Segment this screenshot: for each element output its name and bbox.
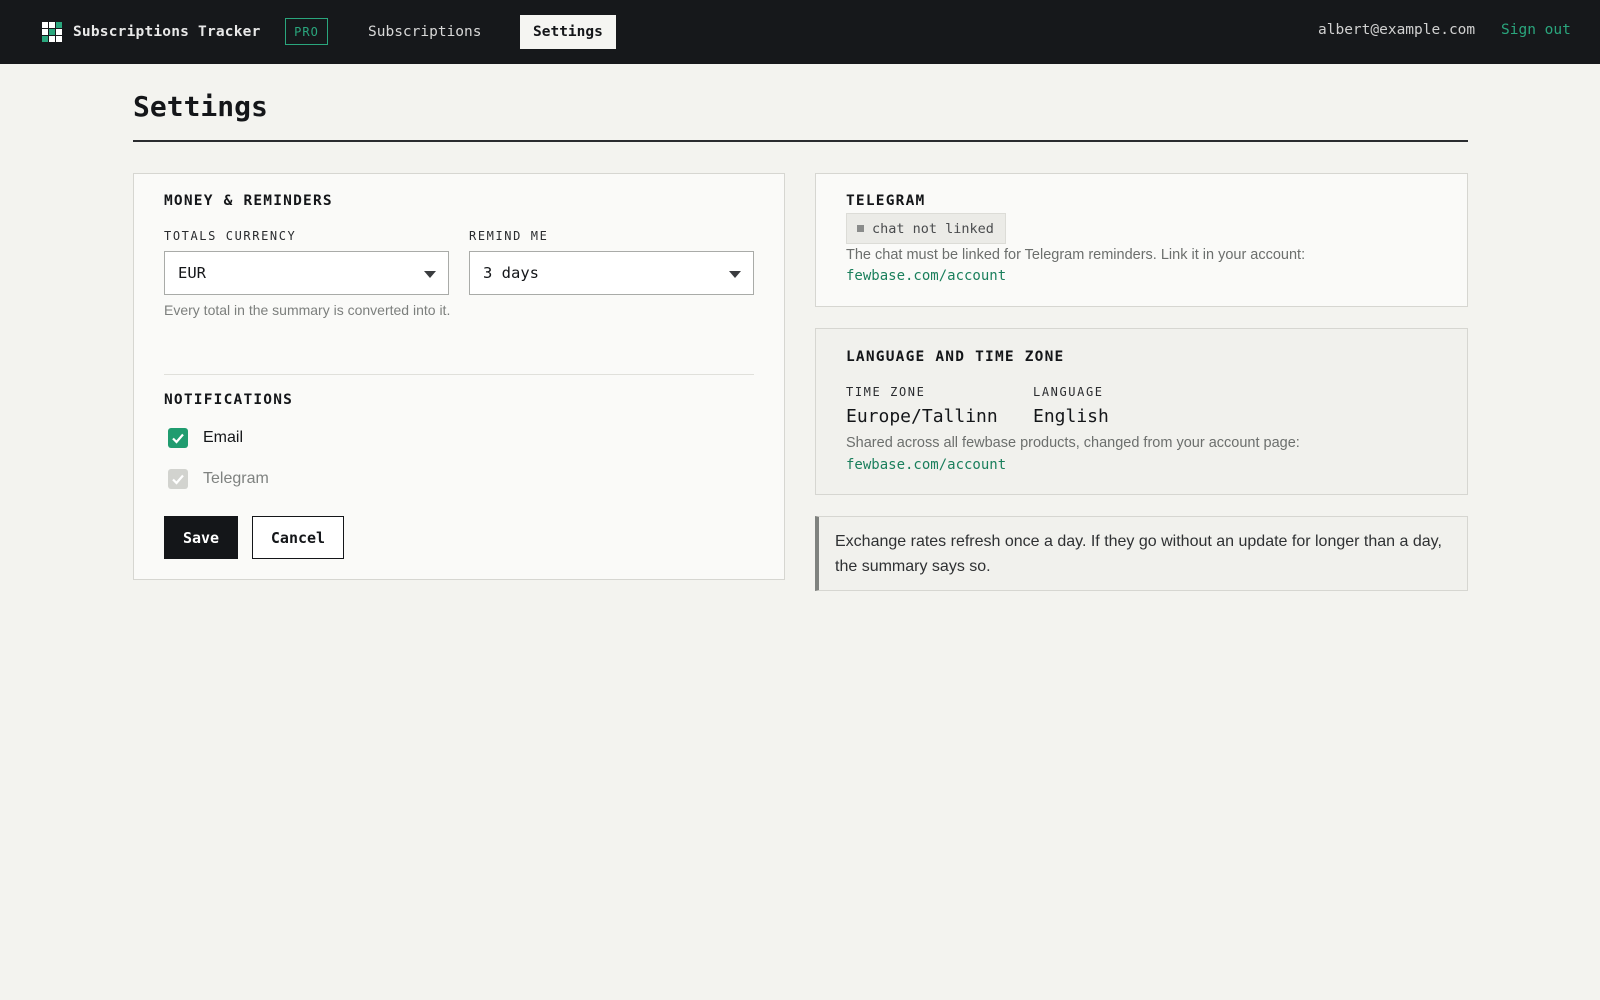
title-divider [133, 140, 1468, 142]
money-section-heading: MONEY & REMINDERS [164, 193, 333, 209]
grid-logo-icon [42, 22, 62, 42]
language-value: English [1033, 406, 1109, 427]
currency-help-text: Every total in the summary is converted … [164, 302, 451, 318]
telegram-card: TELEGRAM chat not linked The chat must b… [815, 173, 1468, 307]
email-label: Email [203, 429, 244, 446]
chevron-down-icon [729, 271, 741, 278]
sign-out-link[interactable]: Sign out [1501, 22, 1571, 38]
email-notification-option[interactable]: Email [168, 428, 243, 448]
status-square-icon [857, 225, 864, 232]
timezone-label: TIME ZONE [846, 385, 926, 399]
timezone-value: Europe/Tallinn [846, 406, 998, 427]
money-reminders-card: MONEY & REMINDERS TOTALS CURRENCY EUR Ev… [133, 173, 785, 580]
save-button[interactable]: Save [164, 516, 238, 559]
locale-message: Shared across all fewbase products, chan… [846, 435, 1300, 451]
top-navigation-bar: Subscriptions Tracker PRO Subscriptions … [0, 0, 1600, 64]
nav-subscriptions[interactable]: Subscriptions [355, 15, 495, 49]
notifications-heading: NOTIFICATIONS [164, 392, 294, 408]
telegram-notification-option: Telegram [168, 469, 269, 489]
section-divider [164, 374, 754, 375]
telegram-label: Telegram [203, 470, 269, 487]
app-name: Subscriptions Tracker [73, 24, 261, 40]
remind-label: REMIND ME [469, 229, 549, 243]
currency-label: TOTALS CURRENCY [164, 229, 297, 243]
language-label: LANGUAGE [1033, 385, 1104, 399]
nav-settings[interactable]: Settings [520, 15, 616, 49]
currency-select[interactable]: EUR [164, 251, 449, 295]
checkmark-icon [172, 433, 184, 444]
remind-select[interactable]: 3 days [469, 251, 754, 295]
telegram-message: The chat must be linked for Telegram rem… [846, 247, 1306, 263]
telegram-account-link[interactable]: fewbase.com/account [846, 268, 1006, 284]
remind-value: 3 days [483, 264, 539, 282]
currency-value: EUR [178, 264, 206, 282]
checkmark-icon [172, 474, 184, 485]
locale-account-link[interactable]: fewbase.com/account [846, 457, 1006, 473]
telegram-status-badge: chat not linked [846, 213, 1006, 244]
chevron-down-icon [424, 271, 436, 278]
exchange-rate-note: Exchange rates refresh once a day. If th… [815, 516, 1468, 591]
pro-badge: PRO [285, 18, 328, 45]
cancel-button[interactable]: Cancel [252, 516, 344, 559]
telegram-checkbox [168, 469, 188, 489]
exchange-rate-note-text: Exchange rates refresh once a day. If th… [835, 533, 1442, 575]
telegram-heading: TELEGRAM [846, 193, 926, 209]
brand[interactable]: Subscriptions Tracker [42, 22, 261, 42]
email-checkbox[interactable] [168, 428, 188, 448]
language-timezone-card: LANGUAGE AND TIME ZONE TIME ZONE Europe/… [815, 328, 1468, 495]
page-title: Settings [133, 90, 268, 123]
user-email: albert@example.com [1318, 22, 1476, 38]
telegram-status-text: chat not linked [872, 220, 994, 237]
locale-heading: LANGUAGE AND TIME ZONE [846, 349, 1065, 365]
